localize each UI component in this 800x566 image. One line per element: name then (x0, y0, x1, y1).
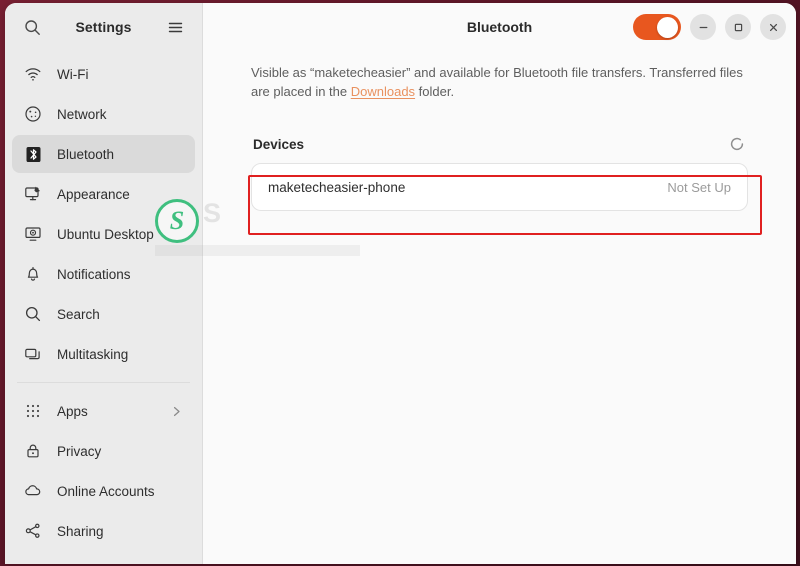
sidebar-item-label: Network (57, 106, 107, 122)
maximize-button[interactable] (725, 14, 751, 40)
sidebar-header: Settings (5, 3, 202, 51)
sidebar-item-apps[interactable]: Apps (12, 392, 195, 430)
ubuntu-desktop-icon (22, 223, 44, 245)
main-header: Bluetooth (203, 3, 796, 51)
spinner-refresh-icon[interactable] (728, 135, 746, 153)
downloads-link[interactable]: Downloads (351, 84, 415, 99)
chevron-right-icon (170, 405, 183, 418)
sidebar-item-label: Search (57, 306, 100, 322)
toggle-knob (657, 16, 678, 38)
device-name: maketecheasier-phone (268, 179, 406, 195)
sidebar-item-label: Wi-Fi (57, 66, 89, 82)
multitasking-icon (22, 343, 44, 365)
devices-list: maketecheasier-phone Not Set Up (251, 163, 748, 211)
appearance-icon (22, 183, 44, 205)
sidebar-item-label: Multitasking (57, 346, 129, 362)
sidebar-item-label: Online Accounts (57, 483, 155, 499)
sidebar-item-bluetooth[interactable]: Bluetooth (12, 135, 195, 173)
sidebar-item-notifications[interactable]: Notifications (12, 255, 195, 293)
sidebar-item-label: Notifications (57, 266, 131, 282)
lock-icon (22, 440, 44, 462)
search-icon[interactable] (17, 12, 47, 42)
main-content: Bluetooth Visible as “maketecheasier” an… (203, 3, 796, 564)
header-controls (633, 14, 786, 40)
sidebar-item-label: Ubuntu Desktop (57, 226, 154, 242)
devices-title: Devices (253, 136, 305, 152)
sidebar-item-label: Apps (57, 403, 88, 419)
bluetooth-icon (22, 143, 44, 165)
cloud-icon (22, 480, 44, 502)
sidebar: Settings Wi-Fi Network Bluetooth Appeara… (5, 3, 203, 564)
apps-grid-icon (22, 400, 44, 422)
search-icon (22, 303, 44, 325)
description-text-part1: Visible as “maketecheasier” and availabl… (251, 65, 743, 99)
sidebar-item-label: Bluetooth (57, 146, 115, 162)
device-status: Not Set Up (667, 179, 731, 195)
share-nodes-icon (22, 520, 44, 542)
sidebar-item-ubuntu-desktop[interactable]: Ubuntu Desktop (12, 215, 195, 253)
sidebar-item-network[interactable]: Network (12, 95, 195, 133)
hamburger-menu-icon[interactable] (160, 12, 190, 42)
sidebar-item-privacy[interactable]: Privacy (12, 432, 195, 470)
bell-icon (22, 263, 44, 285)
network-icon (22, 103, 44, 125)
sidebar-title: Settings (75, 19, 132, 35)
sidebar-item-appearance[interactable]: Appearance (12, 175, 195, 213)
minimize-button[interactable] (690, 14, 716, 40)
sidebar-item-online-accounts[interactable]: Online Accounts (12, 472, 195, 510)
sidebar-item-search[interactable]: Search (12, 295, 195, 333)
sidebar-item-wi-fi[interactable]: Wi-Fi (12, 55, 195, 93)
sidebar-nav-list: Wi-Fi Network Bluetooth Appearance Ubunt… (5, 51, 202, 564)
close-button[interactable] (760, 14, 786, 40)
table-row[interactable]: maketecheasier-phone Not Set Up (252, 164, 747, 210)
wifi-icon (22, 63, 44, 85)
settings-window: Settings Wi-Fi Network Bluetooth Appeara… (5, 3, 796, 564)
sidebar-divider (17, 382, 190, 383)
sidebar-item-multitasking[interactable]: Multitasking (12, 335, 195, 373)
sidebar-item-label: Appearance (57, 186, 130, 202)
bluetooth-toggle[interactable] (633, 14, 681, 40)
main-body: Visible as “maketecheasier” and availabl… (203, 51, 796, 564)
devices-section-header: Devices (251, 135, 748, 153)
sidebar-item-label: Privacy (57, 443, 102, 459)
sidebar-item-sharing[interactable]: Sharing (12, 512, 195, 550)
bluetooth-description: Visible as “maketecheasier” and availabl… (251, 63, 748, 101)
sidebar-item-label: Sharing (57, 523, 104, 539)
desktop-background: Settings Wi-Fi Network Bluetooth Appeara… (0, 0, 800, 566)
description-text-part2: folder. (415, 84, 455, 99)
